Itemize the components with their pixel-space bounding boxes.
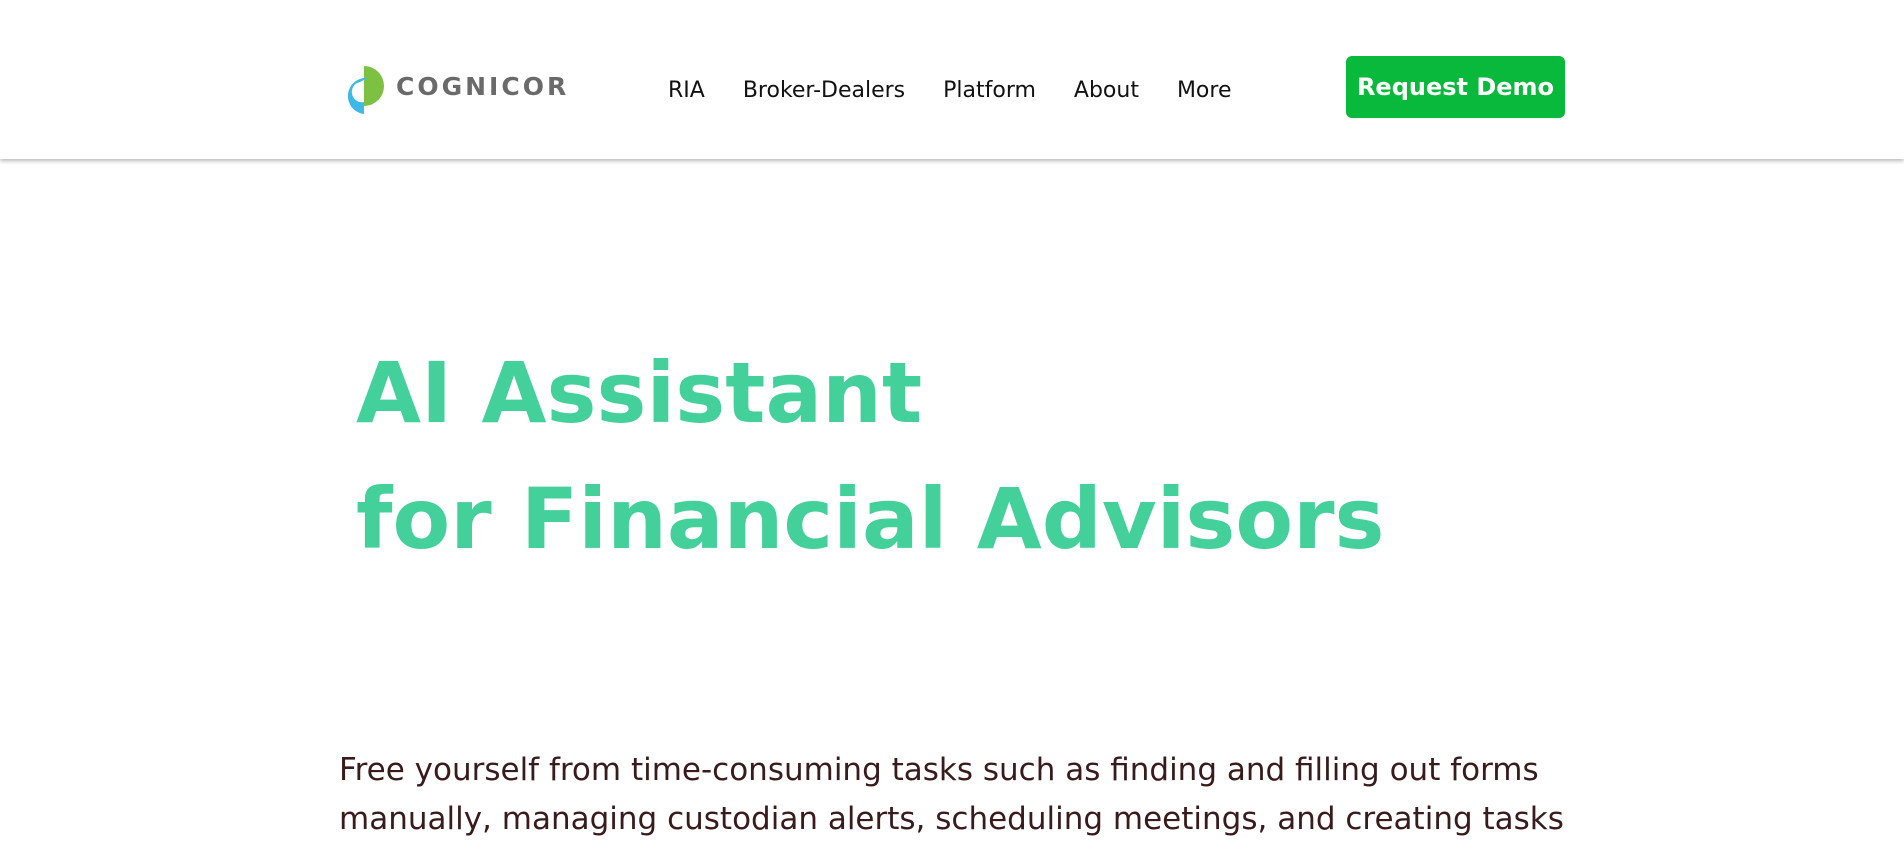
nav-item-ria[interactable]: RIA xyxy=(668,78,705,103)
hero-title-line-2: for Financial Advisors xyxy=(356,470,1385,568)
request-demo-button[interactable]: Request Demo xyxy=(1346,56,1565,118)
nav-item-platform[interactable]: Platform xyxy=(943,78,1036,103)
nav-item-broker-dealers[interactable]: Broker-Dealers xyxy=(743,78,905,103)
logo-icon xyxy=(347,66,384,114)
hero-description: Free yourself from time-consuming tasks … xyxy=(339,752,1564,837)
logo-text: COGNICOR xyxy=(396,71,570,101)
hero-title: AI Assistant for Financial Advisors xyxy=(356,330,1385,582)
nav-item-about[interactable]: About xyxy=(1074,78,1139,103)
site-header: COGNICOR RIA Broker-Dealers Platform Abo… xyxy=(0,0,1904,159)
nav-item-more[interactable]: More xyxy=(1177,78,1232,103)
hero-title-line-1: AI Assistant xyxy=(356,344,923,442)
cognicor-logo[interactable]: COGNICOR xyxy=(340,56,569,116)
main-nav: RIA Broker-Dealers Platform About More xyxy=(668,78,1232,103)
